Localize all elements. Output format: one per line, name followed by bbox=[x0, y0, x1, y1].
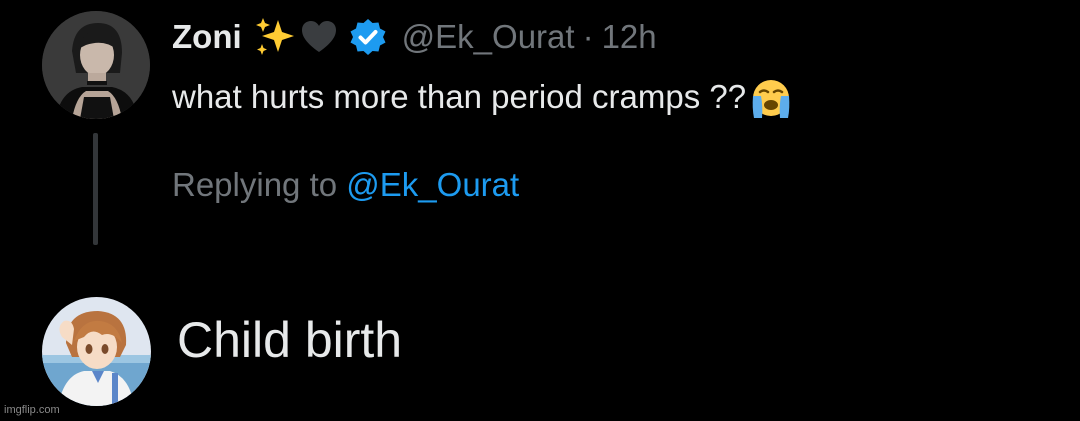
header-separator: · bbox=[582, 18, 594, 55]
tweet-body: what hurts more than period cramps ?? bbox=[172, 74, 794, 120]
sparkles-emoji-icon bbox=[254, 16, 296, 58]
author-handle[interactable]: @Ek_Ourat bbox=[402, 18, 575, 56]
black-heart-emoji-icon bbox=[300, 18, 338, 56]
replying-prefix: Replying to bbox=[172, 166, 338, 203]
thread-connector-line bbox=[93, 133, 98, 245]
imgflip-watermark: imgflip.com bbox=[4, 404, 60, 416]
loudly-crying-face-emoji-icon bbox=[748, 74, 794, 120]
replying-handle-link[interactable]: @Ek_Ourat bbox=[346, 166, 519, 203]
reply-text: Child birth bbox=[177, 312, 403, 368]
anime-boy-avatar-icon bbox=[42, 297, 151, 406]
tweet-text: what hurts more than period cramps ?? bbox=[172, 78, 747, 115]
reply-avatar[interactable] bbox=[42, 297, 151, 406]
woman-portrait-avatar-icon bbox=[42, 11, 150, 119]
tweet-header: Zoni @Ek_Ourat · 12h bbox=[172, 13, 657, 61]
replying-to-line: Replying to @Ek_Ourat bbox=[172, 166, 519, 204]
author-name[interactable]: Zoni bbox=[172, 18, 242, 56]
tweet-timestamp[interactable]: 12h bbox=[602, 18, 657, 56]
verified-badge-icon bbox=[348, 17, 388, 57]
author-avatar[interactable] bbox=[42, 11, 150, 119]
